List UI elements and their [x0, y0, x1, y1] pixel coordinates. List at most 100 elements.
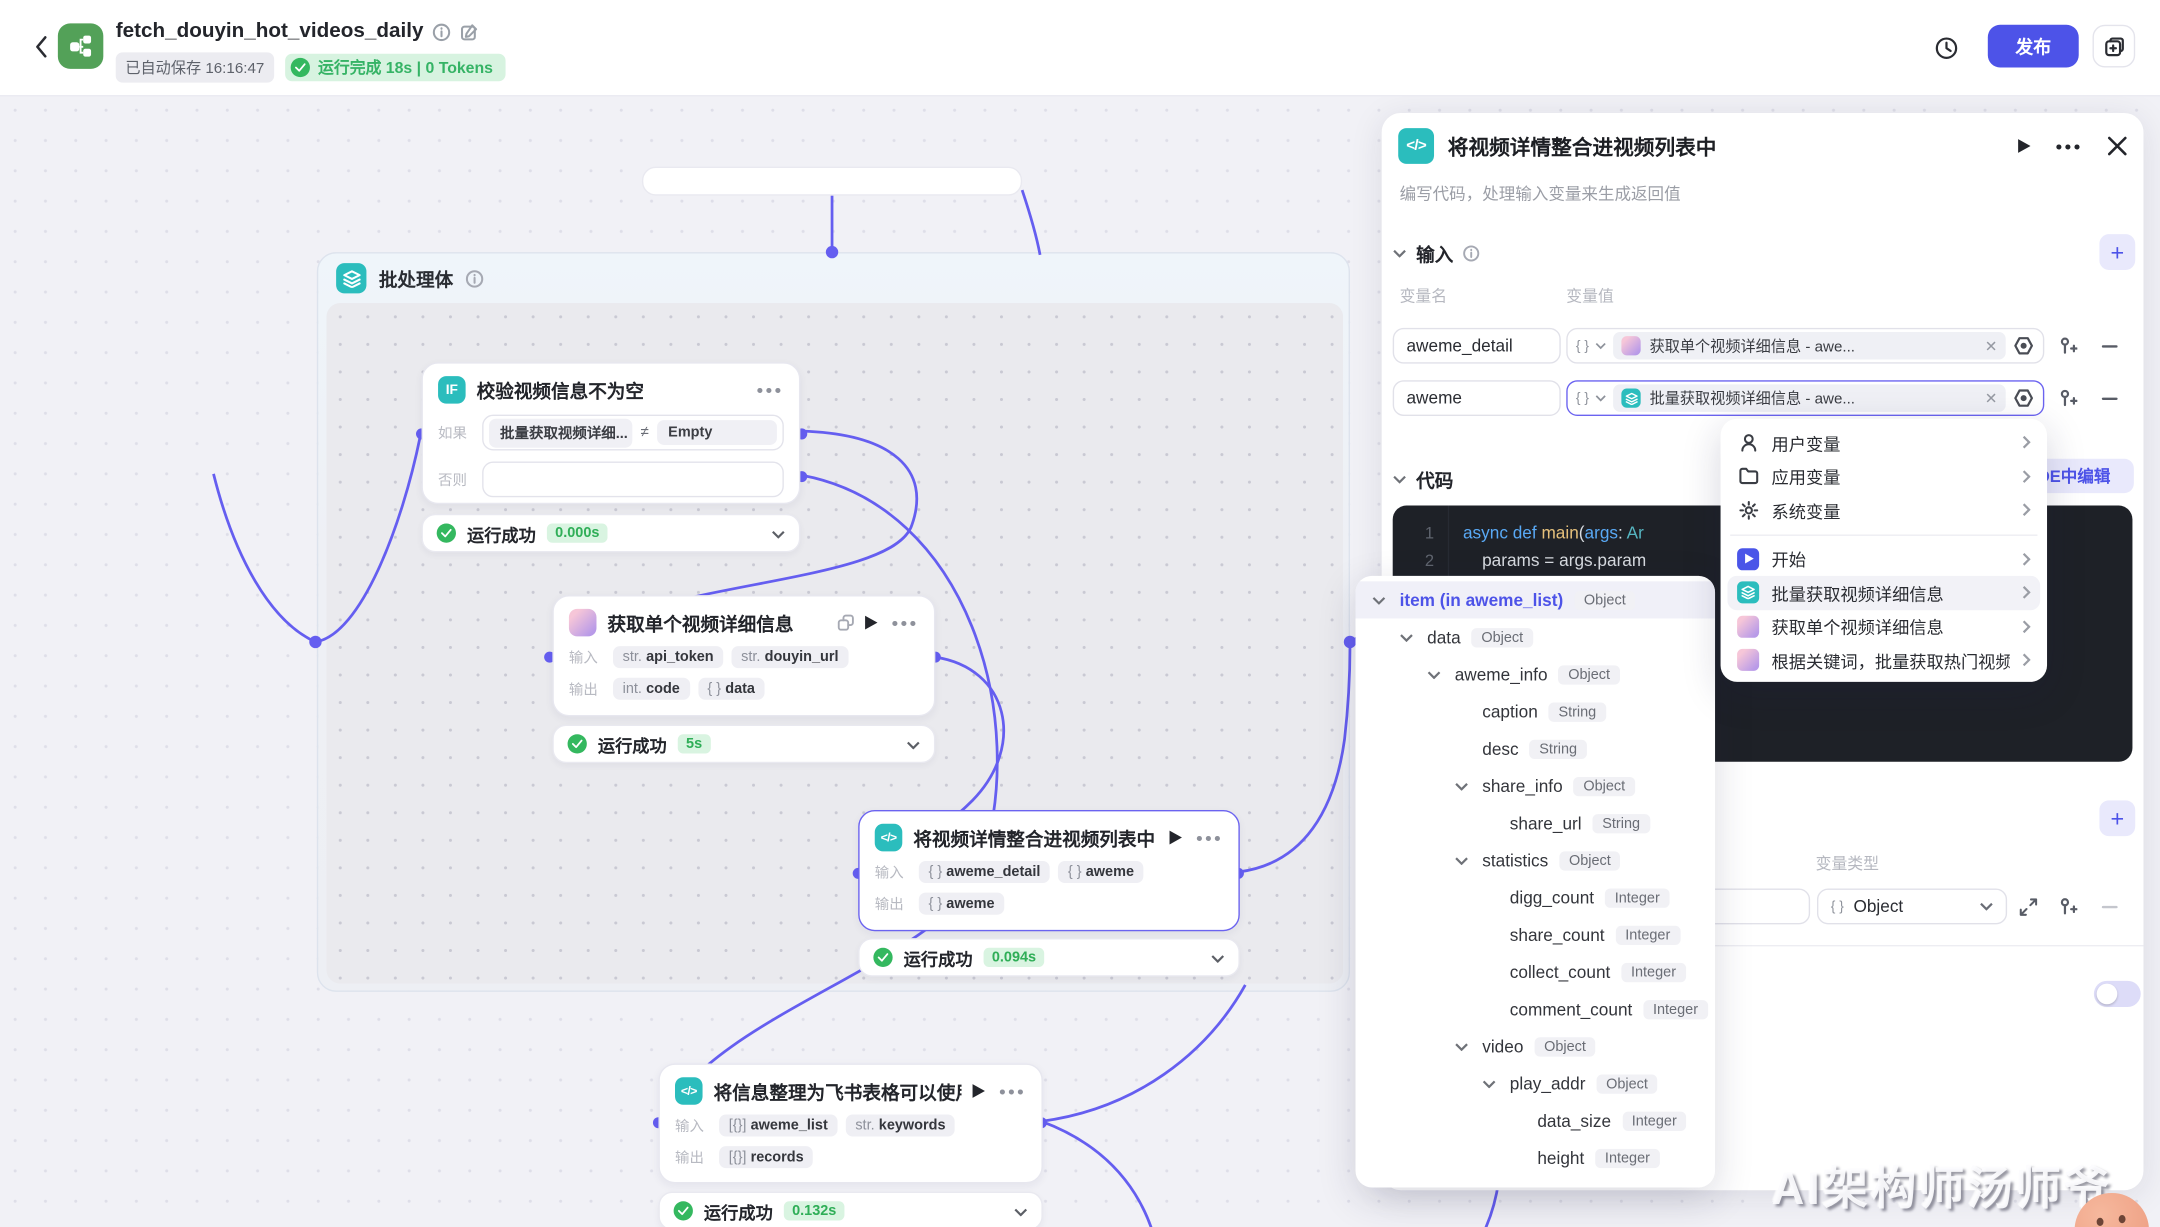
chevron-right-icon: [2022, 503, 2030, 517]
status-bar-merge[interactable]: 运行成功 0.094s: [858, 938, 1240, 977]
remove-icon[interactable]: [2097, 333, 2122, 358]
back-button[interactable]: [25, 30, 58, 63]
status-bar-if[interactable]: 运行成功 0.000s: [422, 514, 801, 553]
node-merge-detail[interactable]: </> 将视频详情整合进视频列表中 ••• 输入{ }aweme_detail{…: [858, 810, 1240, 931]
tree-row-digg_count[interactable]: digg_countInteger: [1356, 879, 1716, 916]
outputs-label: 输出: [675, 1147, 711, 1168]
play-icon[interactable]: [1170, 831, 1182, 845]
input-name-field-1[interactable]: aweme_detail: [1393, 328, 1561, 364]
expand-icon[interactable]: [2015, 894, 2040, 919]
more-icon[interactable]: •••: [2056, 137, 2083, 155]
node-get-single-video[interactable]: 获取单个视频详细信息 ••• 输入str.api_tokenstr.douyin…: [552, 595, 935, 716]
variable-menu: 用户变量应用变量系统变量开始批量获取视频详细信息获取单个视频详细信息根据关键词，…: [1721, 419, 2047, 682]
not-equal-operator: ≠: [641, 424, 649, 441]
code-icon: </>: [875, 824, 903, 852]
tree-row-desc[interactable]: descString: [1356, 730, 1716, 767]
input-section-header[interactable]: 输入: [1393, 240, 1480, 268]
code-section-header[interactable]: 代码: [1393, 466, 1454, 494]
input-value-field-1[interactable]: { } 获取单个视频详细信息 - awe... ✕: [1566, 328, 2044, 364]
tree-row-share_info[interactable]: share_infoObject: [1356, 767, 1716, 804]
remove-icon[interactable]: [2097, 386, 2122, 411]
reference-pill[interactable]: 批量获取视频详细信息 - awe... ✕: [1614, 384, 2006, 412]
edit-icon[interactable]: [460, 23, 478, 41]
add-reference-icon[interactable]: [2055, 894, 2080, 919]
input-name-field-2[interactable]: aweme: [1393, 380, 1561, 416]
panel-subtitle: 编写代码，处理输入变量来生成返回值: [1400, 182, 1681, 205]
chevron-down-icon[interactable]: [1014, 1198, 1028, 1223]
more-icon[interactable]: •••: [999, 1082, 1026, 1100]
menu-item-1[interactable]: 用户变量: [1727, 426, 2040, 460]
gear-icon: [1737, 499, 1759, 521]
new-window-icon[interactable]: [2093, 25, 2136, 68]
variable-type-select[interactable]: { } Object: [1817, 889, 2007, 925]
type-badge: String: [1530, 739, 1587, 758]
clipped-node-top[interactable]: [642, 167, 1022, 196]
info-icon[interactable]: [433, 23, 451, 41]
menu-item-3[interactable]: 系统变量: [1727, 493, 2040, 527]
tree-row-height[interactable]: heightInteger: [1356, 1139, 1716, 1176]
more-icon[interactable]: •••: [757, 381, 784, 399]
io-pill: { }data: [698, 678, 765, 700]
type-badge: Integer: [1622, 1111, 1686, 1130]
tree-row-collect_count[interactable]: collect_countInteger: [1356, 953, 1716, 990]
folder-icon: [1737, 465, 1759, 487]
else-condition[interactable]: [482, 461, 784, 497]
type-badge: Integer: [1643, 999, 1707, 1018]
toggle-switch[interactable]: [2094, 981, 2141, 1007]
info-icon: [466, 269, 484, 287]
type-badge: Object: [1472, 627, 1533, 646]
check-icon: [437, 523, 456, 542]
run-status-badge[interactable]: 运行完成 18s | 0 Tokens: [285, 54, 505, 82]
tree-row-video[interactable]: videoObject: [1356, 1028, 1716, 1065]
more-icon[interactable]: •••: [1196, 829, 1223, 847]
chevron-down-icon[interactable]: [1211, 945, 1225, 970]
node-feishu-format[interactable]: </> 将信息整理为飞书表格可以使用... ••• 输入[{}]aweme_li…: [658, 1063, 1042, 1183]
publish-button[interactable]: 发布: [1988, 25, 2079, 68]
tree-row-play_addr[interactable]: play_addrObject: [1356, 1065, 1716, 1102]
reference-pill[interactable]: 获取单个视频详细信息 - awe... ✕: [1614, 332, 2006, 360]
status-bar-feishu[interactable]: 运行成功 0.132s: [658, 1192, 1042, 1227]
history-clock-icon[interactable]: [1929, 30, 1965, 66]
autosave-badge: 已自动保存 16:16:47: [116, 52, 274, 82]
add-reference-icon[interactable]: [2055, 333, 2080, 358]
tree-row-aweme_info[interactable]: aweme_infoObject: [1356, 656, 1716, 693]
chevron-down-icon[interactable]: [906, 731, 920, 756]
close-icon[interactable]: ✕: [1985, 389, 1998, 407]
io-pill: str.keywords: [846, 1114, 955, 1136]
tree-row-statistics[interactable]: statisticsObject: [1356, 842, 1716, 879]
column-variable-name: 变量名: [1400, 285, 1448, 307]
close-icon[interactable]: [2108, 136, 2127, 155]
hexagon-node-icon[interactable]: [2013, 335, 2035, 357]
hexagon-node-icon[interactable]: [2013, 387, 2035, 409]
close-icon[interactable]: ✕: [1985, 337, 1998, 355]
tree-row-iteminaweme_list[interactable]: item (in aweme_list)Object: [1356, 581, 1716, 618]
node-if-check[interactable]: IF 校验视频信息不为空 ••• 如果 批量获取视频详细... ≠ Empty …: [422, 362, 801, 504]
tree-row-data_size[interactable]: data_sizeInteger: [1356, 1102, 1716, 1139]
play-icon[interactable]: [973, 1084, 985, 1098]
menu-item-4[interactable]: 开始: [1727, 542, 2040, 576]
add-reference-icon[interactable]: [2055, 386, 2080, 411]
play-icon[interactable]: [866, 616, 878, 630]
tree-row-caption[interactable]: captionString: [1356, 693, 1716, 730]
tree-row-data[interactable]: dataObject: [1356, 619, 1716, 656]
status-bar-single[interactable]: 运行成功 5s: [552, 725, 935, 764]
menu-item-5[interactable]: 批量获取视频详细信息: [1727, 576, 2040, 610]
if-condition[interactable]: 批量获取视频详细... ≠ Empty: [482, 415, 784, 451]
tree-row-share_count[interactable]: share_countInteger: [1356, 916, 1716, 953]
avatar-icon: [1737, 649, 1759, 671]
add-output-button[interactable]: +: [2099, 800, 2135, 836]
tree-row-comment_count[interactable]: comment_countInteger: [1356, 990, 1716, 1027]
add-input-button[interactable]: +: [2099, 234, 2135, 270]
chevron-down-icon[interactable]: [771, 521, 785, 546]
menu-item-7[interactable]: 根据关键词，批量获取热门视频: [1727, 643, 2040, 677]
menu-item-6[interactable]: 获取单个视频详细信息: [1727, 610, 2040, 644]
status-time: 5s: [678, 734, 711, 753]
tree-row-share_url[interactable]: share_urlString: [1356, 804, 1716, 841]
menu-item-2[interactable]: 应用变量: [1727, 459, 2040, 493]
input-value-field-2[interactable]: { } 批量获取视频详细信息 - awe... ✕: [1566, 380, 2044, 416]
node-title: 获取单个视频详细信息: [608, 609, 828, 637]
play-icon[interactable]: [2019, 139, 2031, 153]
node-title: 校验视频信息不为空: [477, 376, 746, 404]
io-pill: int.code: [613, 678, 689, 700]
more-icon[interactable]: •••: [892, 614, 919, 632]
